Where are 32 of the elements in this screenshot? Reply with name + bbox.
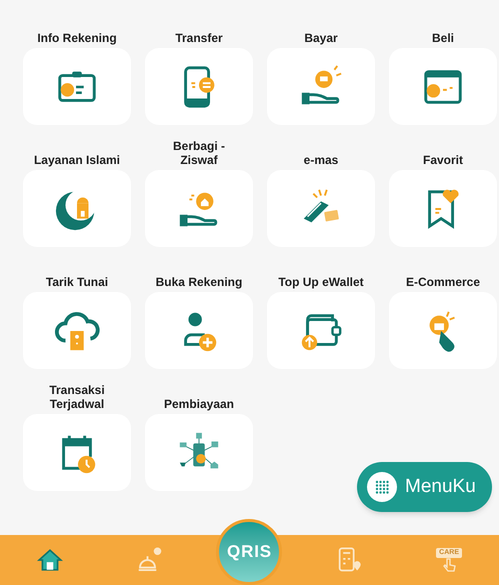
menu-label: E-Commerce	[404, 275, 482, 289]
menu-tile[interactable]	[267, 292, 375, 369]
menu-tile[interactable]	[23, 414, 131, 491]
menu-tile[interactable]	[23, 292, 131, 369]
menu-label: Info Rekening	[36, 31, 118, 45]
menu-label: Transfer	[174, 31, 224, 45]
grid-dots-icon	[367, 472, 397, 502]
menu-tile[interactable]	[267, 48, 375, 125]
menu-label: Favorit	[422, 153, 464, 167]
menu-label: Buka Rekening	[154, 275, 244, 289]
menu-tile[interactable]	[145, 414, 253, 491]
menu-tile[interactable]	[23, 48, 131, 125]
menu-tile[interactable]	[389, 48, 497, 125]
qris-button[interactable]: QRIS	[216, 519, 282, 585]
menu-tile[interactable]	[145, 48, 253, 125]
menu-label: Top Up eWallet	[277, 275, 365, 289]
menu-label: e-mas	[302, 153, 340, 167]
menu-tile[interactable]	[145, 292, 253, 369]
menu-tile[interactable]	[389, 170, 497, 247]
menu-label: Tarik Tunai	[44, 275, 110, 289]
menu-label: Beli	[430, 31, 455, 45]
menu-label: Bayar	[303, 31, 339, 45]
menu-label: Layanan Islami	[32, 153, 122, 167]
menu-label: Pembiayaan	[162, 397, 236, 411]
menu-tile[interactable]	[145, 170, 253, 247]
menu-tile[interactable]	[267, 170, 375, 247]
menu-tile[interactable]	[389, 292, 497, 369]
menuku-button[interactable]: MenuKu	[357, 462, 492, 512]
tap-finger-icon	[441, 558, 458, 572]
menu-label: Berbagi - Ziswaf	[172, 139, 226, 167]
menu-label: Transaksi Terjadwal	[48, 383, 106, 411]
menu-tile[interactable]	[23, 170, 131, 247]
